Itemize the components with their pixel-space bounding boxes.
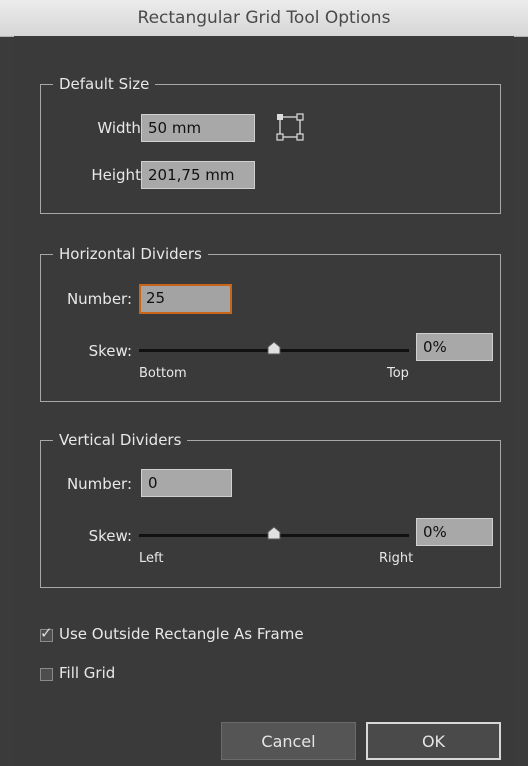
slider-thumb-icon[interactable] [267,340,281,355]
use-outside-rectangle-checkbox[interactable]: ✓ Use Outside Rectangle As Frame [40,624,380,647]
default-size-legend: Default Size [53,73,156,95]
v-number-field[interactable]: 0 [141,469,232,497]
h-skew-field[interactable]: 0% [416,333,493,361]
h-number-field[interactable]: 25 [139,284,232,314]
reference-point-icon[interactable] [275,112,305,146]
height-field[interactable]: 201,75 mm [141,161,255,189]
h-number-label: Number: [66,290,132,308]
fill-grid-label: Fill Grid [59,664,116,682]
v-skew-left-caption: Left [139,551,164,566]
use-outside-rectangle-label: Use Outside Rectangle As Frame [59,625,304,643]
fill-grid-checkbox[interactable]: ✓ Fill Grid [40,664,190,686]
v-number-label: Number: [66,475,132,493]
h-skew-bottom-caption: Bottom [139,366,187,381]
vertical-dividers-legend: Vertical Dividers [53,429,188,451]
h-skew-label: Skew: [88,342,132,360]
checkmark-icon: ✓ [40,624,53,642]
v-skew-label: Skew: [88,527,132,545]
width-label: Width: [97,119,146,137]
dialog-body: Default Size Width: 50 mm Height: 201,75… [14,36,514,766]
h-skew-slider[interactable] [139,339,409,363]
window-title: Rectangular Grid Tool Options [137,8,391,28]
cancel-button[interactable]: Cancel [221,722,356,760]
slider-thumb-icon[interactable] [267,525,281,540]
fill-grid-box[interactable]: ✓ [40,668,53,681]
horizontal-dividers-group: Horizontal Dividers Number: 25 Skew: 0% … [40,243,501,402]
use-outside-rectangle-box[interactable]: ✓ [40,624,53,642]
width-field[interactable]: 50 mm [141,114,255,142]
ok-button[interactable]: OK [366,722,501,760]
v-skew-slider[interactable] [139,524,409,548]
window-titlebar: Rectangular Grid Tool Options [0,0,528,37]
height-label: Height: [91,166,146,184]
vertical-dividers-group: Vertical Dividers Number: 0 Skew: 0% Lef… [40,429,501,588]
h-skew-top-caption: Top [387,366,409,381]
default-size-group: Default Size Width: 50 mm Height: 201,75… [40,73,501,214]
v-skew-right-caption: Right [379,551,414,566]
v-skew-field[interactable]: 0% [416,518,493,546]
horizontal-dividers-legend: Horizontal Dividers [53,243,208,265]
